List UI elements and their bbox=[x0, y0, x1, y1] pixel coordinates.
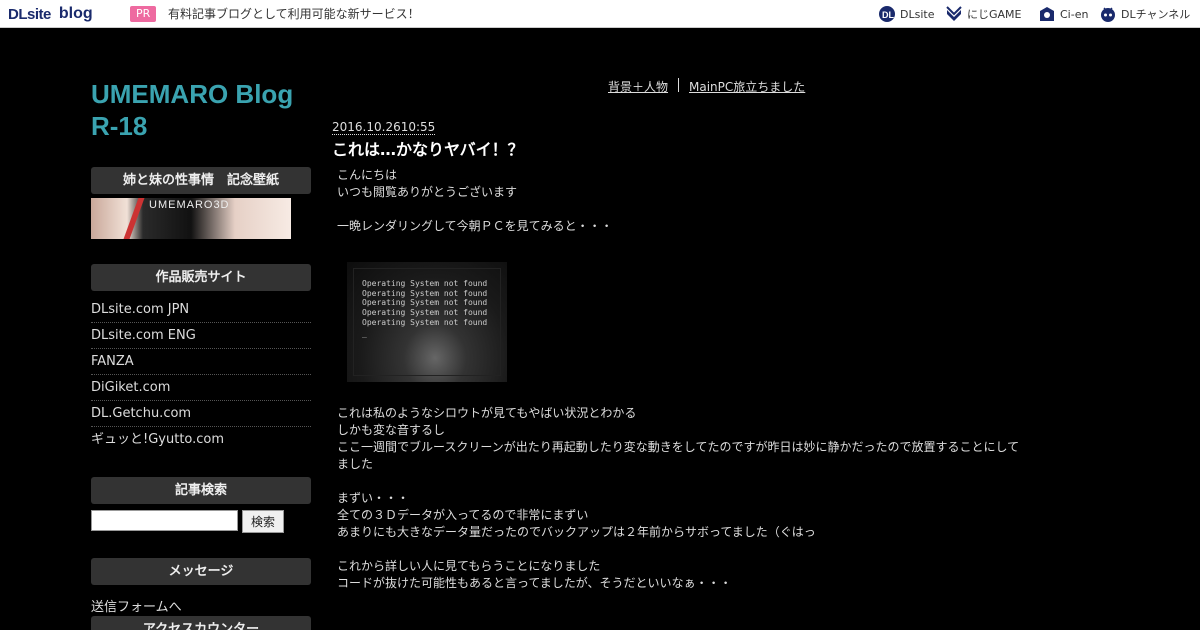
nijigame-icon bbox=[946, 6, 962, 21]
sidebar-heading-counter: アクセスカウンター bbox=[91, 616, 311, 630]
blog-title[interactable]: UMEMARO Blog R-18 bbox=[91, 78, 321, 142]
photo-screen-line: Operating System not found bbox=[362, 318, 488, 327]
shop-link[interactable]: DLsite.com ENG bbox=[91, 323, 311, 349]
photo-screen-line: Operating System not found bbox=[362, 308, 488, 317]
pr-badge: PR bbox=[130, 6, 157, 22]
service-label: Ci-en bbox=[1060, 7, 1089, 21]
post-navigation: 背景＋人物 MainPC旅立ちました bbox=[608, 78, 805, 95]
message-form-link[interactable]: 送信フォームへ bbox=[91, 596, 182, 615]
post-photo-monitor[interactable]: Operating System not found Operating Sys… bbox=[347, 262, 507, 382]
sidebar-heading-search: 記事検索 bbox=[91, 477, 311, 504]
photo-screen-cursor: _ bbox=[362, 329, 367, 338]
sidebar-heading-message: メッセージ bbox=[91, 558, 311, 585]
photo-screen-line: Operating System not found bbox=[362, 298, 488, 307]
top-bar: DLsite blog PR 有料記事ブログとして利用可能な新サービス！ DL … bbox=[0, 0, 1200, 28]
prev-post-link[interactable]: 背景＋人物 bbox=[608, 78, 668, 95]
logo-dlsite-text: DLsite bbox=[8, 5, 51, 23]
wallpaper-banner[interactable]: UMEMARO3D bbox=[91, 198, 291, 239]
service-link-dlchannel[interactable]: DLチャンネル bbox=[1099, 4, 1190, 24]
shop-link[interactable]: DiGiket.com bbox=[91, 375, 311, 401]
shop-link[interactable]: FANZA bbox=[91, 349, 311, 375]
shop-links-list: DLsite.com JPN DLsite.com ENG FANZA DiGi… bbox=[91, 297, 311, 453]
sidebar-heading-wallpaper: 姉と妹の性事情 記念壁紙 bbox=[91, 167, 311, 194]
nav-divider bbox=[678, 78, 680, 92]
service-link-cien[interactable]: Ci-en bbox=[1038, 4, 1088, 24]
photo-screen-line: Operating System not found bbox=[362, 279, 488, 288]
photo-screen-line: Operating System not found bbox=[362, 289, 488, 298]
svg-text:DL: DL bbox=[882, 10, 894, 20]
post-body-intro: こんにちは いつも閲覧ありがとうございます 一晩レンダリングして今朝ＰＣを見てみ… bbox=[337, 168, 613, 233]
post-title: これは…かなりヤバイ！？ bbox=[332, 140, 524, 159]
dlchannel-icon bbox=[1101, 7, 1115, 22]
shop-link[interactable]: DLsite.com JPN bbox=[91, 297, 311, 323]
dlsite-icon: DL bbox=[879, 6, 895, 22]
search-button[interactable]: 検索 bbox=[242, 510, 284, 533]
logo-blog-text: blog bbox=[58, 5, 93, 22]
search-input[interactable] bbox=[91, 510, 238, 531]
banner-watermark: UMEMARO3D bbox=[149, 199, 230, 211]
dlsite-blog-logo[interactable]: DLsite blog bbox=[8, 4, 93, 24]
service-label: DLチャンネル bbox=[1121, 8, 1191, 21]
service-label: DLsite bbox=[900, 7, 935, 21]
sidebar-heading-shops: 作品販売サイト bbox=[91, 264, 311, 291]
service-label: にじGAME bbox=[967, 8, 1022, 21]
next-post-link[interactable]: MainPC旅立ちました bbox=[689, 78, 805, 95]
shop-link[interactable]: ギュッと!Gyutto.com bbox=[91, 427, 311, 453]
post-body-main: これは私のようなシロウトが見てもやばい状況とわかる しかも変な音するし ここ一週… bbox=[337, 406, 1020, 590]
banner-stripe bbox=[123, 198, 145, 239]
post-date[interactable]: 2016.10.2610:55 bbox=[332, 120, 436, 135]
cien-icon bbox=[1040, 7, 1054, 21]
pr-link[interactable]: 有料記事ブログとして利用可能な新サービス！ bbox=[168, 6, 420, 22]
search-form: 検索 bbox=[91, 510, 284, 533]
service-link-dlsite[interactable]: DL DLsite bbox=[878, 4, 934, 24]
shop-link[interactable]: DL.Getchu.com bbox=[91, 401, 311, 427]
service-link-nijigame[interactable]: にじGAME bbox=[945, 4, 1022, 24]
